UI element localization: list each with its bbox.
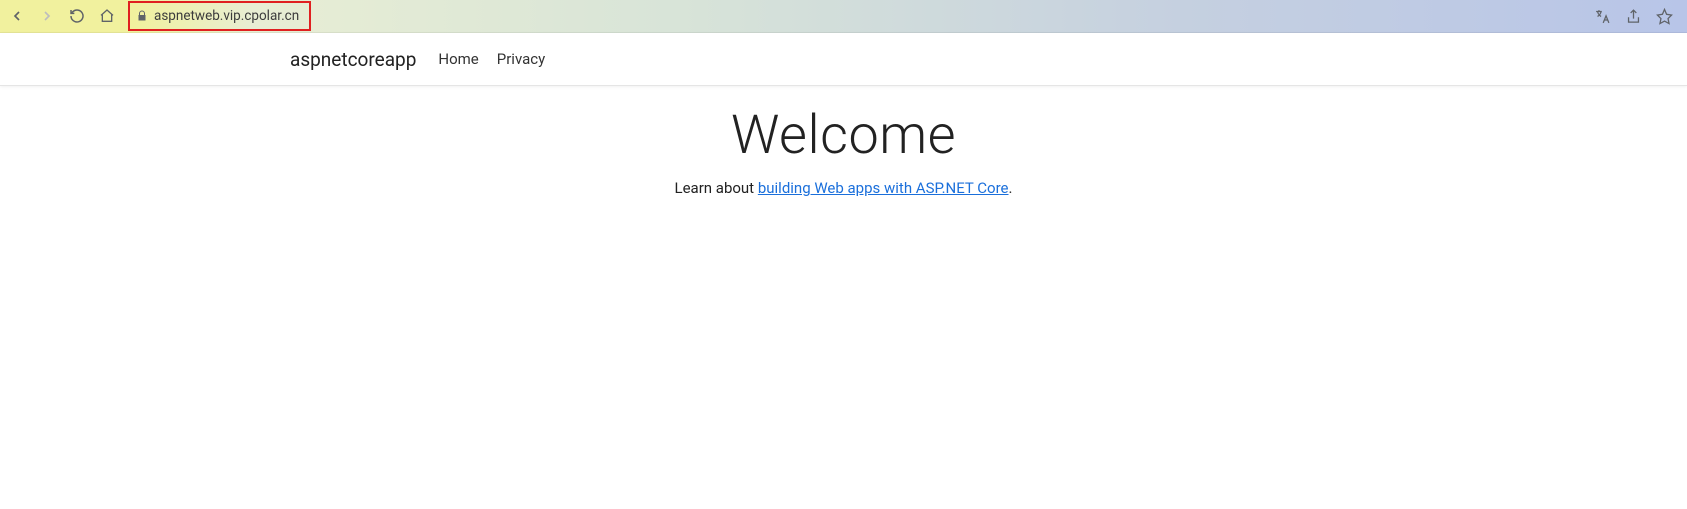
browser-toolbar: aspnetweb.vip.cpolar.cn — [0, 0, 1687, 33]
page-title: Welcome — [0, 104, 1687, 167]
reload-button[interactable] — [68, 7, 86, 25]
url-text[interactable]: aspnetweb.vip.cpolar.cn — [154, 8, 299, 24]
translate-icon[interactable] — [1594, 8, 1611, 25]
nav-link-privacy[interactable]: Privacy — [497, 50, 545, 68]
subtitle-prefix: Learn about — [675, 179, 758, 197]
subtitle: Learn about building Web apps with ASP.N… — [0, 179, 1687, 197]
toolbar-right — [1594, 8, 1679, 25]
brand[interactable]: aspnetcoreapp — [290, 48, 416, 71]
subtitle-link[interactable]: building Web apps with ASP.NET Core — [758, 179, 1009, 197]
forward-button[interactable] — [38, 7, 56, 25]
nav-controls — [8, 7, 116, 25]
address-highlight: aspnetweb.vip.cpolar.cn — [128, 1, 311, 31]
address-area: aspnetweb.vip.cpolar.cn — [128, 0, 1594, 32]
back-button[interactable] — [8, 7, 26, 25]
home-button[interactable] — [98, 7, 116, 25]
share-icon[interactable] — [1625, 8, 1642, 25]
star-icon[interactable] — [1656, 8, 1673, 25]
page-content: Welcome Learn about building Web apps wi… — [0, 86, 1687, 197]
nav-link-home[interactable]: Home — [438, 50, 478, 68]
subtitle-suffix: . — [1009, 179, 1013, 197]
lock-icon — [136, 10, 148, 22]
page-nav: aspnetcoreapp Home Privacy — [0, 33, 1687, 86]
